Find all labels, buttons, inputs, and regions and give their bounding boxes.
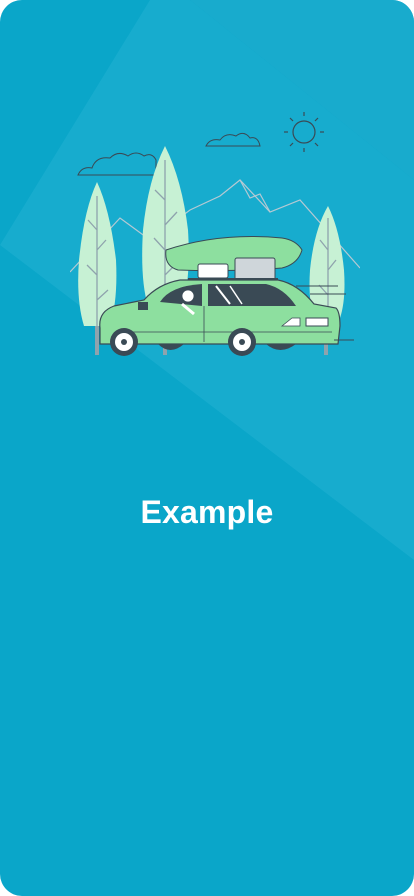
sun-icon xyxy=(284,112,324,152)
cloud-right xyxy=(205,132,261,147)
cloud-left xyxy=(77,152,157,176)
wheel-front xyxy=(110,328,138,356)
wheel-rear xyxy=(228,328,256,356)
luggage xyxy=(234,257,276,281)
app-screen: Example xyxy=(0,0,414,896)
page-title: Example xyxy=(140,494,274,530)
car-road-trip-illustration xyxy=(70,112,360,356)
